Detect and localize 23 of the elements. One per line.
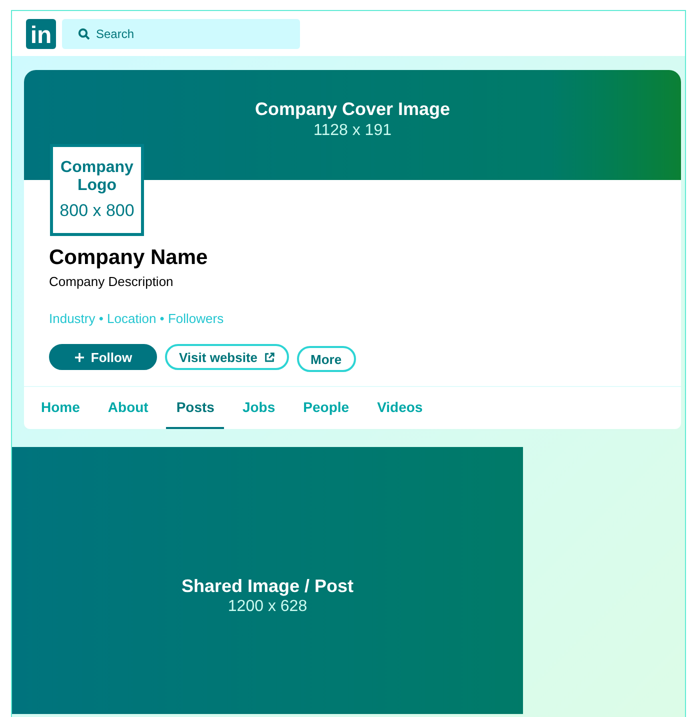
shared-title: Shared Image / Post	[181, 574, 354, 597]
tab[interactable]: Videos	[367, 387, 433, 430]
more-button[interactable]: More	[296, 346, 356, 372]
shared-size: 1200 x 628	[228, 597, 308, 617]
tab[interactable]: Jobs	[232, 387, 286, 430]
plus-icon	[74, 352, 85, 363]
follow-button[interactable]: Follow	[49, 344, 157, 370]
search-icon	[78, 28, 90, 40]
cover-title: Company Cover Image	[254, 98, 450, 120]
logo-title: Company Logo	[60, 158, 134, 195]
logo-size: 800 x 800	[60, 200, 134, 222]
tab[interactable]: Posts	[166, 387, 224, 430]
company-name: Company Name	[49, 245, 209, 271]
logo[interactable]: in	[26, 18, 56, 48]
search-field[interactable]: Search	[62, 18, 300, 48]
company-meta: Industry • Location • Followers	[49, 310, 225, 328]
tab[interactable]: Home	[31, 387, 90, 430]
visit-website-button[interactable]: Visit website	[165, 344, 289, 370]
tab[interactable]: People	[293, 387, 360, 430]
company-description: Company Description	[49, 273, 174, 292]
external-link-icon	[264, 352, 275, 363]
cover-size: 1128 x 191	[314, 120, 392, 140]
tab[interactable]: About	[98, 387, 158, 430]
